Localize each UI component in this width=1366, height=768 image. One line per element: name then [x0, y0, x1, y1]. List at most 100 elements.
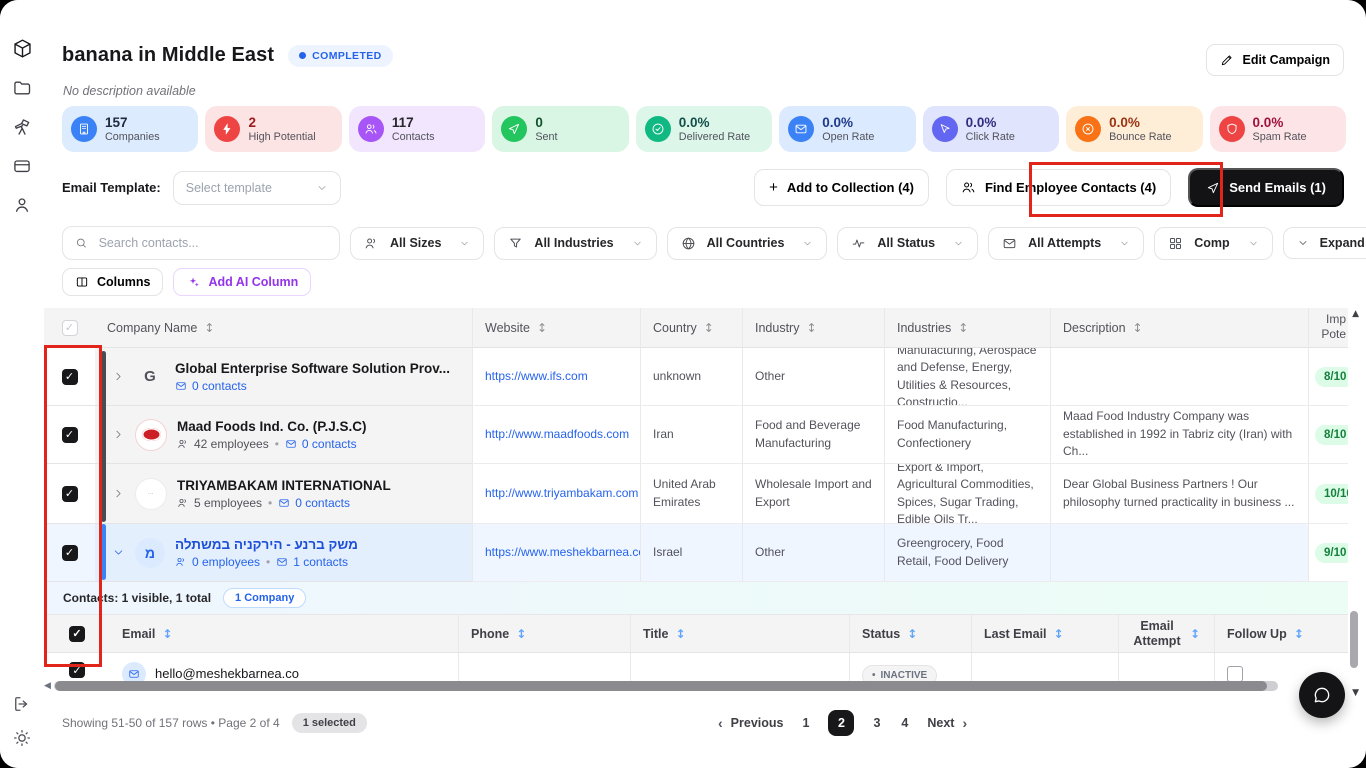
- person-icon[interactable]: [12, 195, 32, 215]
- industries-cell: Greengrocery, Food Retail, Food Delivery: [884, 524, 1050, 582]
- logout-icon[interactable]: [12, 694, 32, 714]
- page-button-2-active[interactable]: 2: [828, 710, 854, 736]
- telescope-icon[interactable]: [12, 117, 32, 137]
- contacts-link[interactable]: 0 contacts: [285, 437, 357, 451]
- logo-cube-icon[interactable]: [12, 38, 33, 59]
- activity-icon: [851, 236, 866, 251]
- inner-vertical-scrollbar[interactable]: [101, 351, 106, 522]
- envelope-icon: [278, 497, 290, 509]
- contacts-link[interactable]: 0 contacts: [175, 379, 247, 393]
- website-link[interactable]: https://www.ifs.com: [485, 368, 588, 385]
- sort-icon[interactable]: [1190, 627, 1200, 641]
- chevron-right-icon: ›: [962, 715, 967, 731]
- website-link[interactable]: http://www.maadfoods.com: [485, 426, 629, 443]
- contacts-link[interactable]: 0 contacts: [278, 496, 350, 510]
- sort-icon[interactable]: [806, 321, 816, 335]
- row-checkbox[interactable]: [62, 486, 78, 502]
- company-name[interactable]: Maad Foods Ind. Co. (P.J.S.C): [177, 419, 367, 434]
- page-button-3[interactable]: 3: [871, 716, 882, 730]
- stat-card-companies: 157Companies: [62, 106, 198, 152]
- row-checkbox[interactable]: [62, 369, 78, 385]
- filter-all-attempts[interactable]: All Attempts: [988, 227, 1144, 260]
- filter-all-countries[interactable]: All Countries: [667, 227, 828, 260]
- expand-all-button[interactable]: Expand All: [1283, 227, 1366, 259]
- contact-column-phone[interactable]: Phone: [458, 615, 630, 653]
- status-badge-label: COMPLETED: [312, 50, 382, 62]
- industries-cell: Food Manufacturing, Confectionery: [884, 406, 1050, 464]
- sort-icon[interactable]: [516, 627, 526, 641]
- envelope-icon: [788, 116, 814, 142]
- filter-all-status[interactable]: All Status: [837, 227, 978, 260]
- add-ai-column-button[interactable]: Add AI Column: [173, 268, 311, 296]
- sort-icon[interactable]: [675, 627, 685, 641]
- find-employee-contacts-button[interactable]: Find Employee Contacts (4): [946, 169, 1171, 206]
- column-header-potential[interactable]: ImpPote: [1308, 308, 1348, 348]
- columns-button[interactable]: Columns: [62, 268, 163, 296]
- chevron-right-icon[interactable]: [112, 428, 125, 441]
- filter-all-industries[interactable]: All Industries: [494, 227, 656, 260]
- column-header-company[interactable]: Company Name: [95, 308, 472, 348]
- horizontal-scroll-track[interactable]: [54, 681, 1278, 691]
- filter-comp[interactable]: Comp: [1154, 227, 1272, 260]
- row-checkbox[interactable]: [62, 427, 78, 443]
- contacts-select-all-checkbox[interactable]: [69, 626, 85, 642]
- website-link[interactable]: http://www.triyambakam.com: [485, 485, 638, 502]
- envelope-icon: [276, 556, 288, 568]
- next-page-button[interactable]: Next›: [927, 715, 967, 731]
- sort-icon[interactable]: [704, 321, 714, 335]
- scroll-up-arrow-icon[interactable]: ▲: [1352, 309, 1359, 319]
- search-input[interactable]: [97, 235, 327, 251]
- contacts-link[interactable]: 1 contacts: [276, 555, 348, 569]
- sort-icon[interactable]: [1133, 321, 1143, 335]
- send-emails-button[interactable]: Send Emails (1): [1188, 168, 1344, 207]
- chevron-right-icon[interactable]: [112, 487, 125, 500]
- person-icon: [177, 438, 189, 450]
- stat-label: Open Rate: [822, 131, 874, 143]
- row-checkbox[interactable]: [62, 545, 78, 561]
- contact-column-follow-up[interactable]: Follow Up: [1214, 615, 1348, 653]
- theme-sun-icon[interactable]: [12, 728, 32, 748]
- scroll-left-arrow-icon[interactable]: ◀: [44, 681, 51, 691]
- sort-icon[interactable]: [537, 321, 547, 335]
- sort-icon[interactable]: [958, 321, 968, 335]
- sort-icon[interactable]: [1294, 627, 1304, 641]
- sort-icon[interactable]: [907, 627, 917, 641]
- people-icon: [364, 236, 379, 251]
- company-name[interactable]: משק ברנע - הירקניה במשתלה: [175, 537, 358, 552]
- sort-icon[interactable]: [204, 321, 214, 335]
- contact-column-last-email[interactable]: Last Email: [971, 615, 1118, 653]
- company-name[interactable]: TRIYAMBAKAM INTERNATIONAL: [177, 478, 391, 493]
- chevron-right-icon[interactable]: [112, 370, 125, 383]
- add-to-collection-button[interactable]: + Add to Collection (4): [754, 169, 929, 206]
- select-all-checkbox[interactable]: [62, 320, 78, 336]
- contact-column-status[interactable]: Status: [849, 615, 971, 653]
- wallet-icon[interactable]: [12, 156, 32, 176]
- contact-checkbox[interactable]: [69, 662, 85, 678]
- company-count-badge[interactable]: 1 Company: [223, 588, 306, 608]
- filter-all-sizes[interactable]: All Sizes: [350, 227, 484, 260]
- vertical-scroll-thumb[interactable]: [1350, 611, 1358, 668]
- contact-column-title[interactable]: Title: [630, 615, 849, 653]
- sort-icon[interactable]: [1054, 627, 1064, 641]
- page-button-4[interactable]: 4: [899, 716, 910, 730]
- edit-campaign-button[interactable]: Edit Campaign: [1206, 44, 1344, 76]
- folder-icon[interactable]: [12, 78, 32, 98]
- scroll-down-arrow-icon[interactable]: ▼: [1352, 688, 1359, 698]
- column-header-industries[interactable]: Industries: [884, 308, 1050, 348]
- column-header-country[interactable]: Country: [640, 308, 742, 348]
- previous-page-button[interactable]: ‹Previous: [718, 715, 783, 731]
- page-button-1[interactable]: 1: [800, 716, 811, 730]
- column-header-description[interactable]: Description: [1050, 308, 1308, 348]
- chat-bubble-button[interactable]: [1299, 672, 1345, 718]
- template-select[interactable]: Select template: [173, 171, 341, 205]
- horizontal-scroll-thumb[interactable]: [55, 681, 1267, 691]
- column-header-industry[interactable]: Industry: [742, 308, 884, 348]
- company-name[interactable]: Global Enterprise Software Solution Prov…: [175, 361, 450, 376]
- sort-icon[interactable]: [162, 627, 172, 641]
- chevron-down-icon: [1248, 238, 1259, 249]
- website-link[interactable]: https://www.meshekbarnea.co.il: [485, 544, 640, 561]
- chevron-down-icon[interactable]: [112, 546, 125, 559]
- contact-column-email-attempt[interactable]: Email Attempt: [1118, 615, 1214, 653]
- contact-column-email[interactable]: Email: [110, 615, 458, 653]
- column-header-website[interactable]: Website: [472, 308, 640, 348]
